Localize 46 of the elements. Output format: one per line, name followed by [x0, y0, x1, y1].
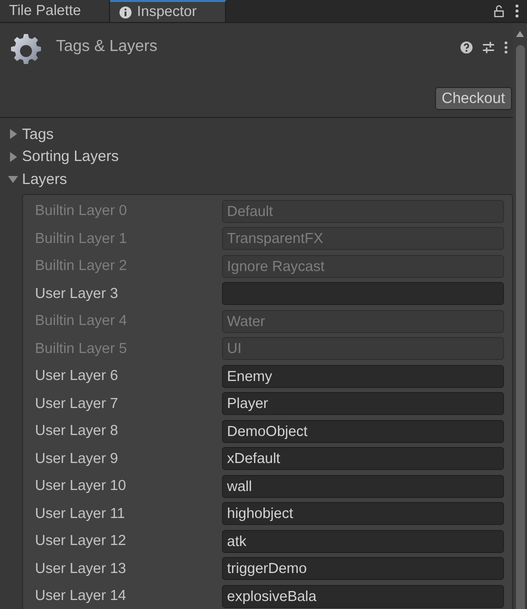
layer-name-field: TransparentFX — [222, 227, 504, 250]
layer-label: Builtin Layer 5 — [35, 340, 128, 357]
layer-label: User Layer 7 — [35, 396, 120, 412]
layer-label: User Layer 3 — [35, 286, 120, 302]
layer-label: User Layer 9 — [35, 450, 120, 467]
help-icon[interactable] — [460, 40, 473, 54]
inspector-title: Tags & Layers — [56, 38, 158, 56]
layer-name-field: Default — [222, 200, 504, 223]
tab[interactable]: Inspector — [110, 0, 226, 22]
collapsed-triangle-icon — [8, 152, 18, 162]
layer-label: User Layer 13 — [35, 560, 128, 577]
lock-icon[interactable] — [492, 4, 505, 18]
layer-name-field[interactable]: explosiveBala — [222, 584, 504, 608]
layer-label: User Layer 8 — [35, 423, 120, 440]
layer-name-field: Ignore Raycast — [222, 254, 504, 278]
layer-label: User Layer 6 — [35, 368, 120, 384]
layer-name-field[interactable]: Enemy — [222, 364, 504, 388]
layer-name-field[interactable]: Player — [222, 392, 504, 416]
layer-name-field: Water — [222, 310, 504, 333]
settings-sliders-icon[interactable] — [482, 40, 495, 54]
layer-name-field: UI — [222, 337, 504, 360]
layer-name-field[interactable]: xDefault — [222, 447, 504, 470]
layer-name-field[interactable] — [222, 282, 504, 306]
layer-label: User Layer 10 — [35, 478, 128, 494]
layer-name-field[interactable]: atk — [222, 530, 504, 553]
foldout[interactable]: Tags — [8, 123, 513, 146]
layer-name-field[interactable]: wall — [222, 474, 504, 498]
scroll-up-arrow-icon[interactable] — [516, 31, 524, 37]
expanded-triangle-icon — [8, 174, 18, 184]
layer-label: Builtin Layer 2 — [35, 258, 128, 274]
layer-label: Builtin Layer 4 — [35, 313, 128, 330]
collapsed-triangle-icon — [8, 129, 18, 140]
layer-label: User Layer 11 — [35, 506, 126, 522]
layer-label: User Layer 14 — [35, 588, 128, 604]
foldout[interactable]: Sorting Layers — [8, 146, 513, 168]
layer-label: User Layer 12 — [35, 533, 128, 550]
layer-label: Builtin Layer 0 — [35, 203, 128, 220]
layer-name-field[interactable]: DemoObject — [222, 420, 504, 443]
tab[interactable]: Tile Palette — [0, 0, 110, 22]
layer-name-field[interactable]: triggerDemo — [222, 557, 504, 580]
more-icon[interactable] — [515, 4, 519, 18]
layer-name-field[interactable]: highobject — [222, 502, 504, 526]
checkout-button[interactable]: Checkout — [434, 87, 512, 110]
more-icon[interactable] — [504, 40, 508, 54]
layer-label: Builtin Layer 1 — [35, 230, 128, 247]
foldout[interactable]: Layers — [8, 168, 513, 190]
